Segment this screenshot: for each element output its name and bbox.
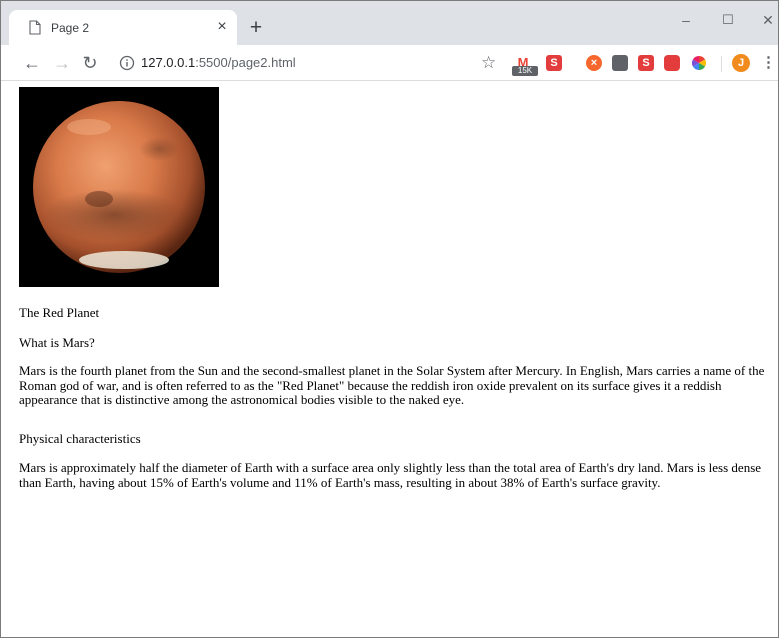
url-text: 127.0.0.1:5500/page2.html <box>141 55 296 70</box>
s-extension-icon[interactable]: S <box>546 55 562 71</box>
page-content: The Red Planet What is Mars? Mars is the… <box>1 82 778 637</box>
tab-title: Page 2 <box>51 21 90 35</box>
back-arrow-icon[interactable]: ← <box>21 52 43 74</box>
url-path: :5500/page2.html <box>195 55 296 70</box>
address-bar[interactable]: 127.0.0.1:5500/page2.html <box>107 49 507 77</box>
mars-image <box>19 87 219 287</box>
intro-paragraph: Mars is the fourth planet from the Sun a… <box>19 363 765 408</box>
reload-icon[interactable]: ↻ <box>79 52 101 74</box>
browser-window: Page 2 × + – ☐ ✕ ← → ↻ 127.0.0.1:5500/pa… <box>0 0 779 638</box>
tab-close-icon[interactable]: × <box>213 18 231 36</box>
record-extension-icon[interactable] <box>664 55 680 71</box>
forward-arrow-icon[interactable]: → <box>51 52 73 74</box>
url-host: 127.0.0.1 <box>141 55 196 70</box>
new-tab-button[interactable]: + <box>246 17 266 38</box>
color-wheel-extension-icon[interactable] <box>691 55 707 71</box>
close-window-button[interactable]: ✕ <box>753 9 778 31</box>
question-heading: What is Mars? <box>19 335 95 350</box>
gmail-badge: 15K <box>512 66 538 76</box>
minimize-button[interactable]: – <box>671 9 701 31</box>
menu-icon[interactable]: ⋮ <box>761 54 776 72</box>
physical-paragraph: Mars is approximately half the diameter … <box>19 460 762 490</box>
star-icon[interactable]: ☆ <box>481 52 496 74</box>
cancel-extension-icon[interactable]: × <box>586 55 602 71</box>
tab-page-2[interactable]: Page 2 × <box>9 10 237 45</box>
shield-extension-icon[interactable] <box>612 55 628 71</box>
physical-characteristics-heading: Physical characteristics <box>19 431 141 446</box>
info-icon[interactable] <box>119 55 135 71</box>
page-heading: The Red Planet <box>19 305 100 320</box>
s-red-extension-icon[interactable]: S <box>638 55 654 71</box>
browser-toolbar: ← → ↻ 127.0.0.1:5500/page2.html ☆ M 15K … <box>1 45 778 81</box>
maximize-button[interactable]: ☐ <box>713 9 743 31</box>
toolbar-divider <box>721 56 722 72</box>
tab-strip: Page 2 × + – ☐ ✕ <box>1 1 778 45</box>
profile-avatar[interactable]: J <box>732 54 750 72</box>
page-icon <box>29 20 41 35</box>
